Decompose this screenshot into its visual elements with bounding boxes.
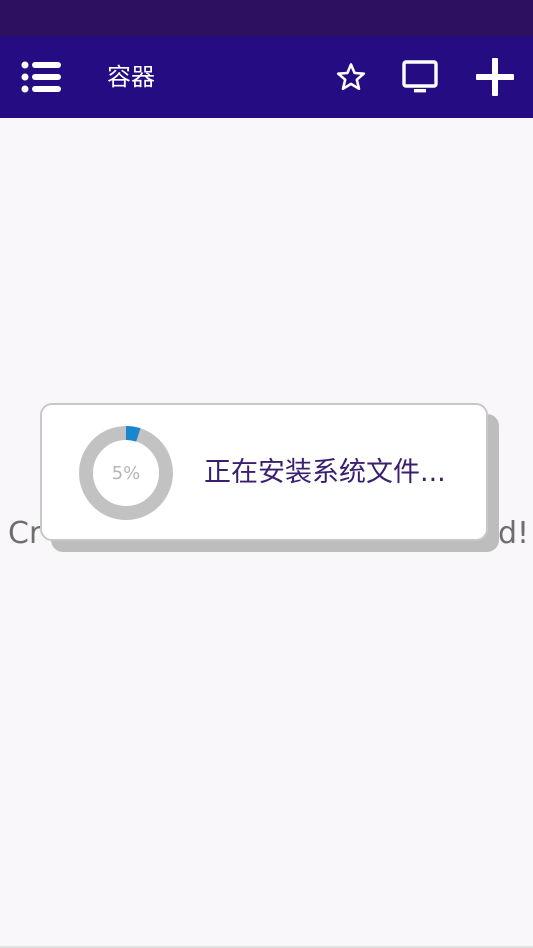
star-outline-icon	[336, 63, 366, 91]
progress-dialog: 5% 正在安装系统文件...	[40, 403, 488, 541]
app-bar: 容器	[0, 36, 533, 118]
menu-button[interactable]	[14, 50, 70, 104]
content-area: Cr d! 5% 正在安装系统文件...	[0, 118, 533, 948]
dialog-message: 正在安装系统文件...	[204, 457, 446, 488]
display-button[interactable]	[392, 50, 448, 104]
status-bar	[0, 0, 533, 36]
plus-icon	[476, 58, 514, 96]
add-button[interactable]	[467, 50, 523, 104]
background-message: Cr d!	[8, 514, 529, 554]
background-message-end: d!	[498, 516, 530, 551]
list-menu-icon	[21, 61, 61, 93]
monitor-icon	[402, 60, 438, 93]
progress-label: 5%	[111, 462, 141, 484]
background-message-start: Cr	[8, 516, 42, 551]
page-title: 容器	[107, 63, 155, 91]
favorite-button[interactable]	[323, 50, 379, 104]
